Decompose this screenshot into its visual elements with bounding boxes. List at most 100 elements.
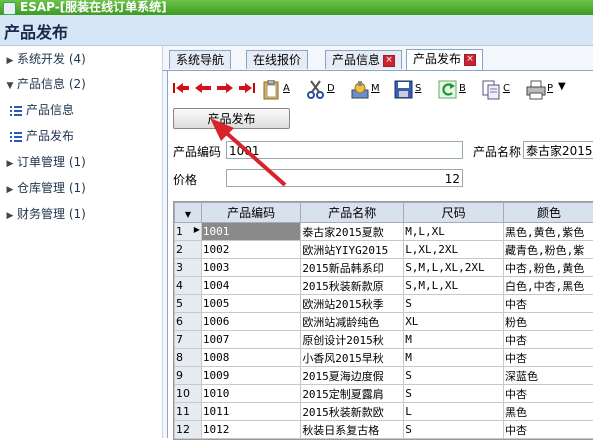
cell-color[interactable]: 中杏 xyxy=(504,295,593,313)
row-number[interactable]: 2 xyxy=(175,241,202,259)
cell-size[interactable]: S xyxy=(404,295,504,313)
tab-online-quote[interactable]: 在线报价 xyxy=(246,50,308,69)
table-row[interactable]: 21002欧洲站YIYG2015L,XL,2XL藏青色,粉色,紫 xyxy=(175,241,593,259)
column-header[interactable]: 尺码 xyxy=(404,203,504,223)
close-icon[interactable]: × xyxy=(383,55,395,67)
sidebar-item-system-dev[interactable]: ▶系统开发 (4) xyxy=(0,47,162,71)
cell-name[interactable]: 泰古家2015夏款 xyxy=(301,223,404,241)
cell-size[interactable]: S xyxy=(404,421,504,439)
cell-name[interactable]: 欧洲站2015秋季 xyxy=(301,295,404,313)
table-row[interactable]: 51005欧洲站2015秋季S中杏 xyxy=(175,295,593,313)
cell-color[interactable]: 中杏 xyxy=(504,349,593,367)
product-name-field[interactable]: 泰古家2015 xyxy=(523,141,593,159)
row-number[interactable]: 12 xyxy=(175,421,202,439)
table-row[interactable]: 81008小香风2015早秋M中杏 xyxy=(175,349,593,367)
cell-name[interactable]: 2015秋装新款原 xyxy=(301,277,404,295)
tab-product-info[interactable]: 产品信息× xyxy=(325,50,402,69)
cell-color[interactable]: 粉色 xyxy=(504,313,593,331)
table-row[interactable]: 71007原创设计2015秋M中杏 xyxy=(175,331,593,349)
cell-code[interactable]: 1003 xyxy=(201,259,300,277)
column-header[interactable]: 产品编码 xyxy=(201,203,300,223)
cell-code[interactable]: 1011 xyxy=(201,403,300,421)
row-number[interactable]: ▶1 xyxy=(175,223,202,241)
save-button[interactable]: S xyxy=(394,78,426,100)
publish-product-button[interactable]: 产品发布 xyxy=(173,108,290,129)
cell-code[interactable]: 1001 xyxy=(201,223,300,241)
cell-name[interactable]: 小香风2015早秋 xyxy=(301,349,404,367)
row-number[interactable]: 8 xyxy=(175,349,202,367)
cell-color[interactable]: 中杏,粉色,黄色 xyxy=(504,259,593,277)
table-row[interactable]: 61006欧洲站减龄纯色XL粉色 xyxy=(175,313,593,331)
cell-code[interactable]: 1007 xyxy=(201,331,300,349)
cell-size[interactable]: S xyxy=(404,367,504,385)
cell-code[interactable]: 1004 xyxy=(201,277,300,295)
cell-name[interactable]: 欧洲站YIYG2015 xyxy=(301,241,404,259)
cell-color[interactable]: 黑色 xyxy=(504,403,593,421)
cell-code[interactable]: 1006 xyxy=(201,313,300,331)
grid-corner[interactable]: ▼ xyxy=(175,203,202,223)
cell-size[interactable]: S xyxy=(404,385,504,403)
row-number[interactable]: 10 xyxy=(175,385,202,403)
cell-name[interactable]: 秋装日系复古格 xyxy=(301,421,404,439)
cell-code[interactable]: 1002 xyxy=(201,241,300,259)
cell-color[interactable]: 黑色,黄色,紫色 xyxy=(504,223,593,241)
cell-color[interactable]: 中杏 xyxy=(504,331,593,349)
table-row[interactable]: 1010102015定制夏露肩S中杏 xyxy=(175,385,593,403)
cell-code[interactable]: 1009 xyxy=(201,367,300,385)
column-header[interactable]: 产品名称 xyxy=(301,203,404,223)
cell-color[interactable]: 深蓝色 xyxy=(504,367,593,385)
row-number[interactable]: 3 xyxy=(175,259,202,277)
table-row[interactable]: 310032015新品韩系印S,M,L,XL,2XL中杏,粉色,黄色 xyxy=(175,259,593,277)
add-button[interactable]: A xyxy=(262,78,294,100)
copy-button[interactable]: C xyxy=(482,78,514,100)
cell-size[interactable]: S,M,L,XL,2XL xyxy=(404,259,504,277)
cell-size[interactable]: S,M,L,XL xyxy=(404,277,504,295)
print-button[interactable]: P ▼ xyxy=(526,78,572,100)
column-header[interactable]: 颜色 xyxy=(504,203,593,223)
table-row[interactable]: ▶11001泰古家2015夏款M,L,XL黑色,黄色,紫色 xyxy=(175,223,593,241)
row-number[interactable]: 6 xyxy=(175,313,202,331)
cell-size[interactable]: XL xyxy=(404,313,504,331)
sidebar-item-finance[interactable]: ▶财务管理 (1) xyxy=(0,202,162,226)
sidebar-item-product-info[interactable]: 产品信息 xyxy=(0,98,162,122)
delete-button[interactable]: D xyxy=(306,78,338,100)
sidebar-item-product-publish[interactable]: 产品发布 xyxy=(0,124,162,148)
dropdown-arrow-icon[interactable]: ▼ xyxy=(558,81,566,92)
cell-name[interactable]: 欧洲站减龄纯色 xyxy=(301,313,404,331)
cell-size[interactable]: L xyxy=(404,403,504,421)
cell-name[interactable]: 2015夏海边度假 xyxy=(301,367,404,385)
modify-button[interactable]: M xyxy=(350,78,382,100)
price-field[interactable]: 12 xyxy=(226,169,463,187)
refresh-button[interactable]: B xyxy=(438,78,470,100)
cell-color[interactable]: 白色,中杏,黑色 xyxy=(504,277,593,295)
cell-color[interactable]: 藏青色,粉色,紫 xyxy=(504,241,593,259)
cell-size[interactable]: M xyxy=(404,349,504,367)
cell-code[interactable]: 1005 xyxy=(201,295,300,313)
cell-code[interactable]: 1010 xyxy=(201,385,300,403)
sidebar-item-orders[interactable]: ▶订单管理 (1) xyxy=(0,150,162,174)
close-icon[interactable]: × xyxy=(464,54,476,66)
table-row[interactable]: 410042015秋装新款原S,M,L,XL白色,中杏,黑色 xyxy=(175,277,593,295)
table-row[interactable]: 1110112015秋装新款欧L黑色 xyxy=(175,403,593,421)
cell-code[interactable]: 1008 xyxy=(201,349,300,367)
cell-name[interactable]: 2015定制夏露肩 xyxy=(301,385,404,403)
cell-color[interactable]: 中杏 xyxy=(504,421,593,439)
row-number[interactable]: 11 xyxy=(175,403,202,421)
table-row[interactable]: 910092015夏海边度假S深蓝色 xyxy=(175,367,593,385)
row-number[interactable]: 9 xyxy=(175,367,202,385)
tab-system-nav[interactable]: 系统导航 xyxy=(169,50,231,69)
cell-size[interactable]: L,XL,2XL xyxy=(404,241,504,259)
sidebar-item-product-info-group[interactable]: ▼产品信息 (2) xyxy=(0,72,162,96)
cell-color[interactable]: 中杏 xyxy=(504,385,593,403)
cell-size[interactable]: M xyxy=(404,331,504,349)
sidebar-item-warehouse[interactable]: ▶仓库管理 (1) xyxy=(0,176,162,200)
cell-name[interactable]: 2015秋装新款欧 xyxy=(301,403,404,421)
cell-code[interactable]: 1012 xyxy=(201,421,300,439)
table-row[interactable]: 121012秋装日系复古格S中杏 xyxy=(175,421,593,439)
cell-name[interactable]: 2015新品韩系印 xyxy=(301,259,404,277)
product-code-field[interactable]: 1001 xyxy=(226,141,463,159)
row-number[interactable]: 5 xyxy=(175,295,202,313)
cell-name[interactable]: 原创设计2015秋 xyxy=(301,331,404,349)
row-number[interactable]: 4 xyxy=(175,277,202,295)
tab-product-publish[interactable]: 产品发布× xyxy=(406,49,483,70)
